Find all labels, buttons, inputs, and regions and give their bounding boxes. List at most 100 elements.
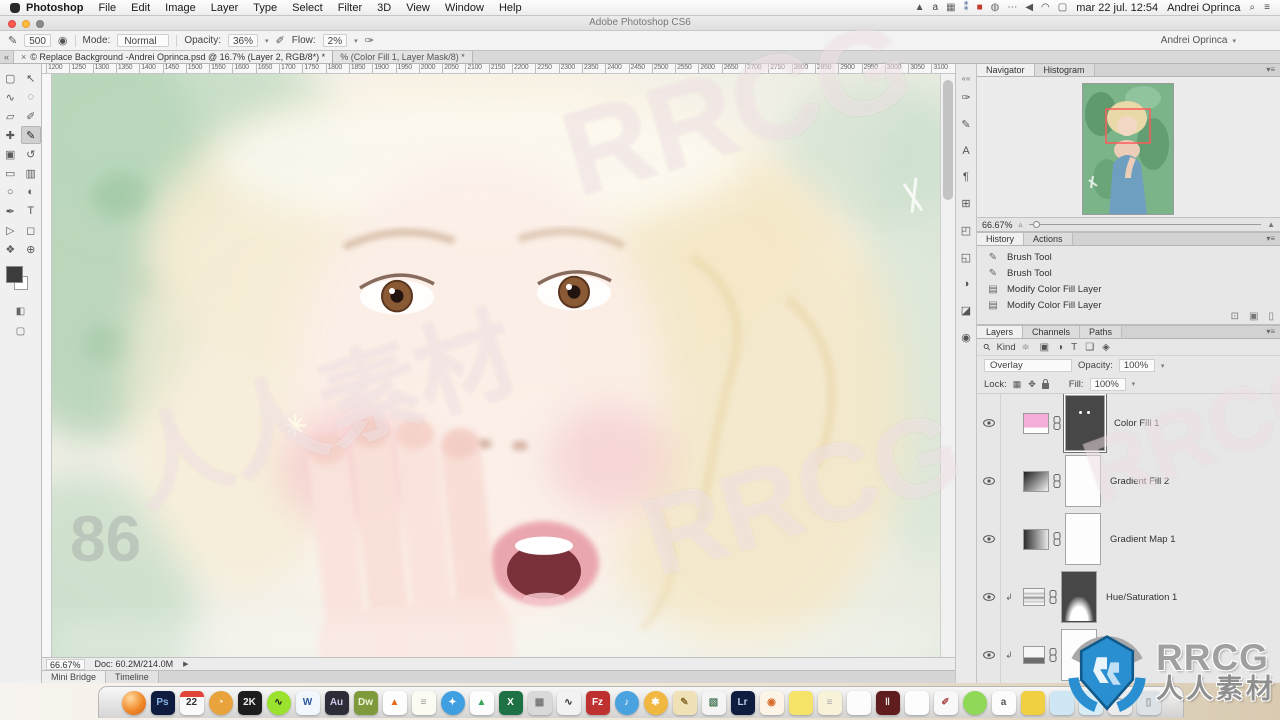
layer-mask-thumbnail[interactable] — [1065, 455, 1101, 507]
mask-link-icon[interactable] — [1053, 532, 1061, 546]
record-status-icon[interactable]: ■ — [977, 2, 983, 13]
panel-tab-paths[interactable]: Paths — [1080, 326, 1123, 338]
horizontal-ruler[interactable]: 1200 1250 1300 1350 1400 1450 1500 1550 1600 1650… — [42, 64, 955, 74]
zoom-out-icon[interactable]: ▵ — [1019, 220, 1023, 229]
scrollbar-thumb[interactable] — [943, 80, 953, 200]
masks-panel-icon[interactable]: ◪ — [961, 304, 971, 317]
vertical-ruler[interactable] — [42, 74, 52, 657]
layer-thumbnail[interactable] — [1023, 588, 1045, 606]
navigator-zoom-slider[interactable] — [1028, 221, 1262, 228]
app-a-status-icon[interactable]: a — [933, 2, 939, 13]
dock-annotate[interactable]: a — [991, 690, 1016, 715]
layer-thumbnail[interactable] — [1023, 470, 1049, 492]
pen-tool[interactable]: ✒ — [0, 202, 21, 220]
menu-window[interactable]: Window — [445, 2, 484, 14]
menu-edit[interactable]: Edit — [131, 2, 150, 14]
tablet-pressure-opacity-icon[interactable]: ✐ — [276, 34, 285, 47]
healing-brush-tool[interactable]: ✚ — [0, 126, 21, 144]
layer-name[interactable]: Gradient Fill 2 — [1110, 476, 1169, 487]
dock-vlc[interactable]: ▲ — [382, 690, 407, 715]
path-selection-tool[interactable]: ▷ — [0, 221, 21, 239]
lock-all-icon[interactable] — [1041, 378, 1049, 389]
menu-view[interactable]: View — [406, 2, 430, 14]
filter-adjustment-layers-icon[interactable]: ◑ — [1057, 342, 1063, 353]
opacity-caret-icon[interactable]: ▾ — [1161, 362, 1165, 370]
layer-visibility-toggle[interactable] — [977, 394, 1001, 452]
layer-mask-thumbnail[interactable] — [1065, 395, 1105, 451]
menu-filter[interactable]: Filter — [338, 2, 362, 14]
filter-type-layers-icon[interactable]: T — [1071, 342, 1077, 353]
dock-yellow-book[interactable] — [1020, 690, 1045, 715]
clone-stamp-tool[interactable]: ▣ — [0, 145, 21, 163]
filter-search-icon[interactable]: ⚲ — [981, 341, 993, 353]
menu-file[interactable]: File — [98, 2, 116, 14]
dock-itunes[interactable]: ♪ — [614, 690, 639, 715]
panel-menu-icon[interactable]: ▾≡ — [1266, 64, 1280, 76]
panel-tab-histogram[interactable]: Histogram — [1034, 64, 1095, 76]
spotlight-search-icon[interactable]: ⌕ — [1250, 2, 1256, 13]
panel-tab-history[interactable]: History — [977, 233, 1025, 245]
crop-tool[interactable]: ▱ — [0, 107, 21, 125]
layer-thumbnail[interactable] — [1023, 646, 1045, 664]
new-snapshot-icon[interactable]: ▣ — [1249, 311, 1258, 322]
dock-dreamweaver[interactable]: Dw — [353, 690, 378, 715]
foreground-color-swatch[interactable] — [6, 266, 23, 283]
dock-google-drive[interactable]: ▲ — [469, 690, 494, 715]
tool-presets-panel-icon[interactable]: ✑ — [961, 91, 970, 104]
layer-mask-thumbnail[interactable] — [1065, 513, 1101, 565]
dock-preview[interactable]: ▧ — [701, 690, 726, 715]
dock-notebook[interactable]: ✐ — [933, 690, 958, 715]
layer-visibility-toggle[interactable] — [977, 626, 1001, 683]
layer-mask-thumbnail[interactable] — [1061, 629, 1097, 681]
layer-name[interactable]: Gradient Map 1 — [1110, 534, 1175, 545]
zoom-tool[interactable]: ⊕ — [21, 240, 42, 258]
menu-photoshop[interactable]: Photoshop — [26, 2, 83, 14]
dock-blank-doc[interactable] — [904, 690, 929, 715]
layer-name[interactable]: Hue/Saturation 1 — [1106, 592, 1177, 603]
volume-status-icon[interactable]: ◀ — [1025, 2, 1033, 13]
dock-folder-2[interactable] — [1078, 690, 1103, 715]
dock-notes[interactable]: ≡ — [817, 690, 842, 715]
opacity-field[interactable]: 36% — [228, 34, 259, 47]
navigator-thumbnail[interactable] — [1082, 83, 1174, 215]
panel-tab-layers[interactable]: Layers — [977, 326, 1024, 338]
clone-source-panel-icon[interactable]: ◉ — [961, 331, 971, 344]
brush-panel-icon[interactable]: ✎ — [961, 118, 970, 131]
history-state-brush-tool[interactable]: ✎ Brush Tool — [987, 265, 1280, 281]
layer-blend-mode-select[interactable]: Overlay — [984, 359, 1072, 372]
panel-tab-channels[interactable]: Channels — [1023, 326, 1081, 338]
dock-toast[interactable]: ◉ — [759, 690, 784, 715]
zoom-level-field[interactable]: 66.67% — [46, 658, 85, 670]
dock-grab[interactable] — [962, 690, 987, 715]
layer-opacity-field[interactable]: 100% — [1118, 359, 1155, 372]
mask-link-icon[interactable] — [1053, 416, 1061, 430]
lock-position-icon[interactable]: ✥ — [1028, 379, 1036, 390]
history-brush-tool[interactable]: ↺ — [21, 145, 42, 163]
filter-smart-objects-icon[interactable]: ◈ — [1102, 342, 1110, 353]
layer-visibility-toggle[interactable] — [977, 452, 1001, 510]
character-panel-icon[interactable]: A — [962, 145, 969, 157]
notification-center-icon[interactable]: ≡ — [1264, 2, 1270, 13]
document-tab-second[interactable]: % (Color Fill 1, Layer Mask/8) * — [333, 51, 473, 63]
navigator-zoom-field[interactable]: 66.67% — [982, 220, 1013, 230]
dock-notes-pencil[interactable]: ✎ — [672, 690, 697, 715]
layer-row[interactable]: Gradient Map 1 — [977, 510, 1280, 568]
dodge-tool[interactable]: ◐ — [21, 183, 42, 201]
filter-shape-layers-icon[interactable]: ❑ — [1085, 342, 1094, 353]
dock-firefox[interactable] — [121, 690, 146, 715]
type-tool[interactable]: T — [21, 202, 42, 220]
filter-pixel-layers-icon[interactable]: ▣ — [1040, 342, 1049, 353]
document-canvas[interactable]: 86 — [52, 74, 940, 667]
users-status-icon[interactable]: ⁑ — [964, 2, 969, 13]
brush-tool[interactable]: ✎ — [20, 126, 41, 144]
dock-calendar[interactable]: 22 — [179, 690, 204, 715]
layer-row[interactable]: ↲ — [977, 626, 1280, 683]
dock-portal-2k[interactable]: 2K — [237, 690, 262, 715]
dock-filezilla[interactable]: Fz — [585, 690, 610, 715]
dock-card[interactable] — [846, 690, 871, 715]
dock-help[interactable]: ? — [1107, 690, 1132, 715]
flow-field[interactable]: 2% — [322, 34, 348, 47]
mask-link-icon[interactable] — [1049, 590, 1057, 604]
history-state-brush-tool[interactable]: ✎ Brush Tool — [987, 249, 1280, 265]
layer-mask-thumbnail[interactable] — [1061, 571, 1097, 623]
